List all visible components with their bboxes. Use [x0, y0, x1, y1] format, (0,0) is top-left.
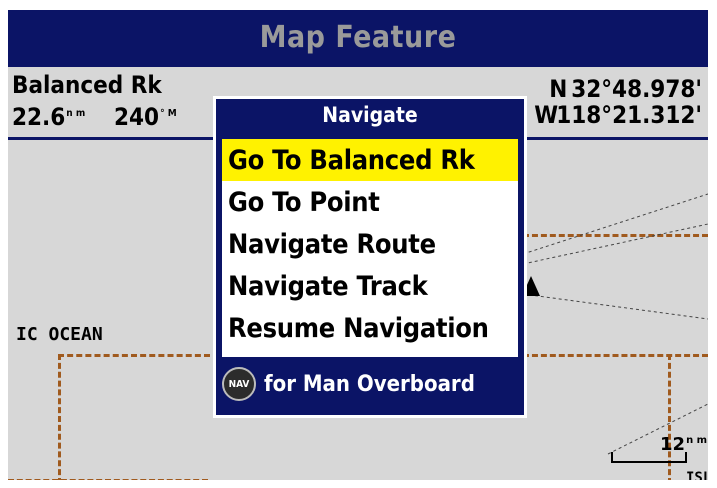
waypoint-bearing: 240° M	[114, 103, 177, 131]
page-title: Map Feature	[259, 19, 457, 55]
menu-item-go-to-balanced-rk[interactable]: Go To Balanced Rk	[222, 139, 518, 181]
menu-item-go-to-point[interactable]: Go To Point	[222, 181, 518, 223]
map-scale-label: 12n m	[660, 434, 708, 455]
nav-button-icon[interactable]: NAV	[222, 367, 256, 401]
menu-item-navigate-route[interactable]: Navigate Route	[222, 223, 518, 265]
map-label: ISL	[686, 470, 708, 480]
menu-item-navigate-track[interactable]: Navigate Track	[222, 265, 518, 307]
man-overboard-text: for Man Overboard	[264, 371, 475, 397]
latitude: N 32°48.978'	[549, 75, 702, 103]
menu-title: Navigate	[322, 103, 418, 127]
menu-item-resume-navigation[interactable]: Resume Navigation	[222, 307, 518, 349]
device-screen: Map Feature IC OCEAN 12n m ISL Balanced …	[8, 10, 708, 480]
map-label: IC OCEAN	[16, 324, 103, 345]
waypoint-distance: 22.6n m	[12, 103, 86, 131]
navigate-menu: Navigate Go To Balanced Rk Go To Point N…	[213, 96, 527, 418]
man-overboard-hint: NAV for Man Overboard	[222, 363, 518, 405]
longitude: W118°21.312'	[534, 101, 702, 129]
waypoint-name: Balanced Rk	[12, 71, 162, 99]
menu-list: Go To Balanced Rk Go To Point Navigate R…	[222, 139, 518, 357]
